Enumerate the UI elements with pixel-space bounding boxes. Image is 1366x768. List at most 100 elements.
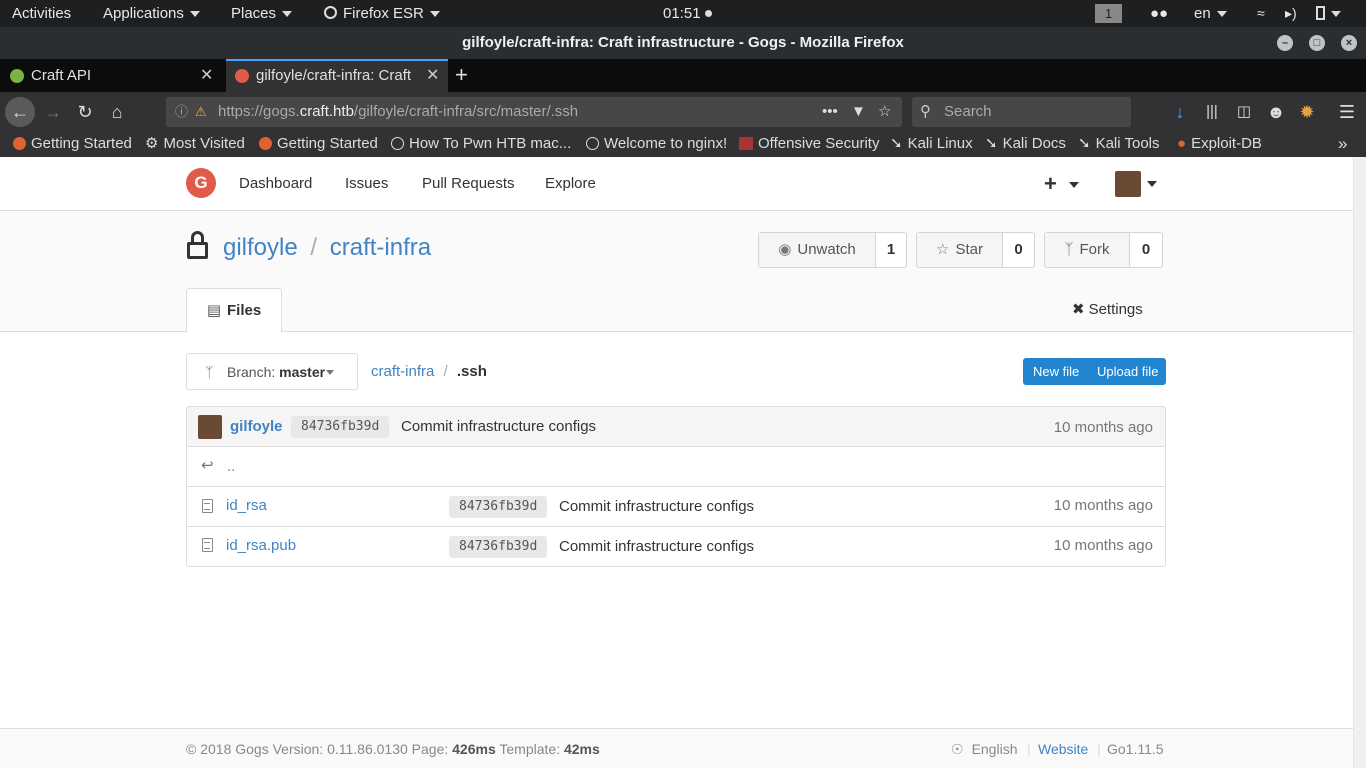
bookmark-kali-linux[interactable]: ➘ Kali Linux — [890, 132, 973, 157]
settings-tab[interactable]: ✖ Settings — [1072, 299, 1143, 321]
bookmark-offensive-security[interactable]: Offensive Security — [739, 132, 879, 157]
parent-dir-row[interactable]: ↩ .. — [186, 447, 1166, 487]
volume-icon[interactable]: ▸) — [1285, 0, 1297, 27]
nav-pull-requests[interactable]: Pull Requests — [422, 157, 515, 211]
parent-dir-link[interactable]: .. — [227, 458, 235, 475]
system-menu[interactable] — [1316, 0, 1341, 27]
bookmark-star-icon[interactable]: ☆ — [878, 97, 891, 127]
bookmark-htb[interactable]: How To Pwn HTB mac... — [391, 132, 571, 157]
nav-dashboard[interactable]: Dashboard — [239, 157, 312, 211]
tab-gogs-repo[interactable]: gilfoyle/craft-infra: Craft ✕ — [226, 59, 448, 92]
bookmark-getting-started[interactable]: Getting Started — [13, 132, 132, 157]
nav-issues[interactable]: Issues — [345, 157, 388, 211]
bookmark-most-visited[interactable]: ⚙ Most Visited — [145, 132, 245, 157]
breadcrumb-root[interactable]: craft-infra — [371, 363, 434, 380]
language-selector[interactable]: ☉ English — [951, 741, 1017, 758]
star-button[interactable]: ☆ Star — [917, 233, 1003, 267]
info-icon[interactable]: ⓘ — [175, 97, 188, 127]
forward-arrow-icon[interactable]: → — [38, 97, 68, 127]
commit-sha-link[interactable]: 84736fb39d — [449, 496, 548, 518]
chevron-down-icon — [282, 11, 293, 18]
fork-label: Fork — [1079, 241, 1110, 258]
kali-icon: ➘ — [890, 135, 903, 152]
pocket-icon[interactable]: ▼ — [851, 97, 866, 127]
tab-label: gilfoyle/craft-infra: Craft — [256, 67, 412, 84]
window-title: gilfoyle/craft-infra: Craft infrastructu… — [462, 34, 904, 51]
bookmark-exploit-db[interactable]: ● Exploit-DB — [1177, 132, 1262, 157]
unwatch-button[interactable]: ◉ Unwatch — [759, 233, 876, 267]
star-count[interactable]: 0 — [1003, 233, 1034, 267]
chevron-down-icon — [1147, 181, 1157, 187]
file-name-link[interactable]: id_rsa.pub — [226, 537, 296, 554]
website-link[interactable]: Website — [1038, 741, 1088, 757]
downloads-icon[interactable]: ↓ — [1165, 97, 1195, 127]
new-tab-button[interactable]: + — [455, 59, 468, 92]
chevron-down-icon — [326, 370, 334, 375]
window-titlebar: gilfoyle/craft-infra: Craft infrastructu… — [0, 27, 1366, 59]
commit-author-link[interactable]: gilfoyle — [230, 418, 283, 435]
tab-files[interactable]: ▤ Files — [186, 288, 282, 333]
close-icon[interactable]: × — [1341, 35, 1357, 51]
commit-sha-link[interactable]: 84736fb39d — [291, 416, 390, 438]
url-bar[interactable]: ⓘ ⚠ https://gogs.craft.htb/gilfoyle/craf… — [166, 97, 902, 127]
branch-icon: ᛉ — [205, 364, 214, 380]
branch-dropdown[interactable]: ᛉ Branch: master — [186, 353, 358, 390]
commit-sha-link[interactable]: 84736fb39d — [449, 536, 548, 558]
bookmark-nginx[interactable]: Welcome to nginx! — [586, 132, 727, 157]
bookmark-kali-tools[interactable]: ➘ Kali Tools — [1078, 132, 1160, 157]
tab-craft-api[interactable]: Craft API ✕ — [0, 59, 224, 92]
scrollbar[interactable] — [1353, 157, 1366, 768]
bookmark-label: Getting Started — [31, 135, 132, 152]
commit-message[interactable]: Commit infrastructure configs — [559, 538, 754, 555]
user-menu[interactable] — [1115, 171, 1157, 197]
maximize-icon[interactable]: □ — [1309, 35, 1325, 51]
reload-icon[interactable]: ↻ — [70, 97, 100, 127]
offsec-icon — [739, 137, 753, 150]
library-icon[interactable]: ||| — [1197, 97, 1227, 127]
upload-file-button[interactable]: Upload file — [1097, 358, 1158, 385]
wifi-icon[interactable]: ≈ — [1257, 0, 1265, 27]
home-icon[interactable]: ⌂ — [102, 97, 132, 127]
bookmarks-overflow-icon[interactable]: » — [1338, 132, 1347, 157]
file-text-icon: ▤ — [206, 302, 221, 319]
fork-icon: ᛉ — [1064, 241, 1074, 258]
account-icon[interactable]: ☻ — [1261, 97, 1291, 127]
clock[interactable]: 01:51 — [663, 0, 712, 27]
close-tab-icon[interactable]: ✕ — [200, 59, 213, 92]
go-version: Go1.11.5 — [1107, 741, 1164, 757]
people-icon[interactable]: ●● — [1150, 0, 1168, 27]
bookmark-getting-started-2[interactable]: Getting Started — [259, 132, 378, 157]
close-tab-icon[interactable]: ✕ — [426, 59, 439, 92]
minimize-icon[interactable]: – — [1277, 35, 1293, 51]
firefox-app-menu[interactable]: Firefox ESR — [324, 0, 440, 27]
new-file-button[interactable]: New file — [1033, 358, 1079, 385]
sidebar-icon[interactable]: ◫ — [1229, 97, 1259, 127]
commit-message[interactable]: Commit infrastructure configs — [559, 498, 754, 515]
tab-strip: Craft API ✕ gilfoyle/craft-infra: Craft … — [0, 59, 1366, 92]
workspace-indicator[interactable]: 1 — [1095, 4, 1122, 23]
language-menu[interactable]: en — [1194, 0, 1227, 27]
gogs-logo-icon[interactable]: G — [186, 168, 216, 198]
nav-explore[interactable]: Explore — [545, 157, 596, 211]
fork-button[interactable]: ᛉ Fork — [1045, 233, 1130, 267]
page-actions-icon[interactable]: ••• — [822, 97, 838, 127]
create-new-menu[interactable]: + — [1044, 157, 1079, 211]
hamburger-menu-icon[interactable]: ☰ — [1332, 97, 1362, 127]
fork-count[interactable]: 0 — [1130, 233, 1162, 267]
back-arrow-icon[interactable]: ← — [5, 97, 35, 127]
activities-button[interactable]: Activities — [12, 0, 71, 27]
avatar[interactable] — [198, 415, 222, 439]
system-top-bar: Activities Applications Places Firefox E… — [0, 0, 1366, 27]
search-input[interactable]: ⚲ Search — [912, 97, 1131, 127]
bookmark-kali-docs[interactable]: ➘ Kali Docs — [985, 132, 1066, 157]
file-name-link[interactable]: id_rsa — [226, 497, 267, 514]
places-menu[interactable]: Places — [231, 0, 293, 27]
commit-age: 10 months ago — [1053, 537, 1153, 554]
notification-dot-icon — [704, 10, 712, 17]
watch-count[interactable]: 1 — [876, 233, 906, 267]
applications-menu[interactable]: Applications — [103, 0, 200, 27]
repo-owner-link[interactable]: gilfoyle — [223, 234, 298, 261]
extension-icon[interactable]: ✹ — [1292, 97, 1322, 127]
repo-name-link[interactable]: craft-infra — [330, 234, 431, 261]
insecure-lock-icon[interactable]: ⚠ — [195, 97, 207, 127]
